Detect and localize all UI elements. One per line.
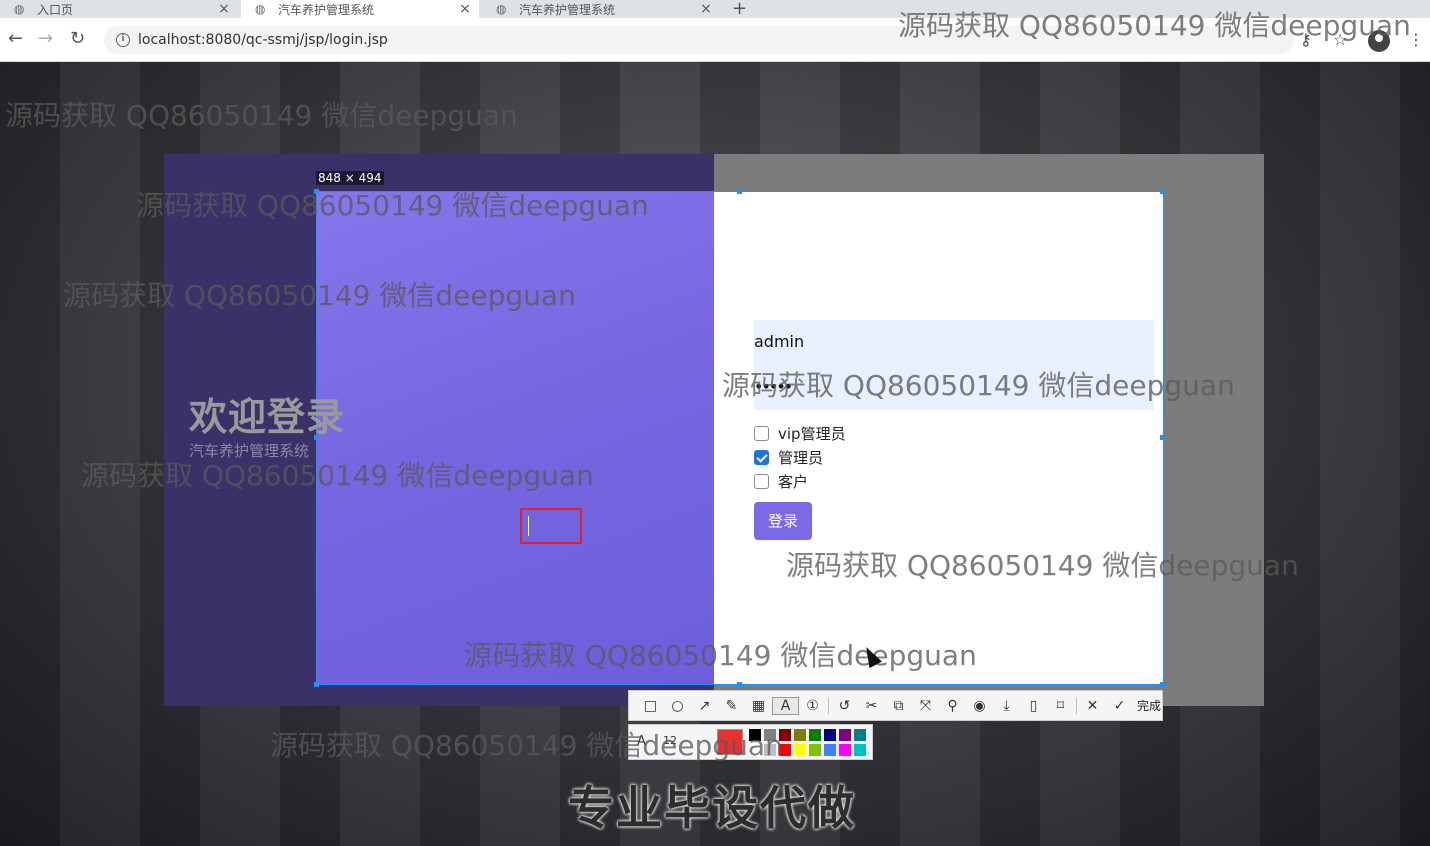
resize-handle[interactable] xyxy=(737,682,742,687)
check-icon[interactable]: ✓ xyxy=(1106,698,1133,714)
color-swatch[interactable] xyxy=(824,744,836,756)
back-icon[interactable]: ← xyxy=(8,28,23,49)
done-button[interactable]: 完成 xyxy=(1137,697,1161,714)
expand-icon[interactable]: ⤧ xyxy=(912,698,939,714)
color-swatch[interactable] xyxy=(854,744,866,756)
capture-size-label: 848 × 494 xyxy=(316,171,384,185)
welcome-title: 欢迎登录 xyxy=(189,395,346,439)
new-tab-button[interactable]: + xyxy=(732,0,747,19)
role-label: 客户 xyxy=(778,473,809,491)
globe-icon: ◍ xyxy=(14,1,25,16)
text-caret xyxy=(528,516,529,536)
bookmark-icon[interactable]: ⌑ xyxy=(1047,698,1074,714)
info-icon[interactable]: i xyxy=(116,33,130,47)
admin-checkbox[interactable] xyxy=(754,450,769,465)
number-tool-icon[interactable]: ① xyxy=(799,698,826,714)
username-input[interactable]: admin xyxy=(754,320,1154,365)
undo-icon[interactable]: ↺ xyxy=(831,698,858,714)
tab-system-2[interactable]: ◍ 汽车养护管理系统 × xyxy=(482,0,720,18)
color-swatch[interactable] xyxy=(809,744,821,756)
color-swatch[interactable] xyxy=(824,729,836,741)
watermark: 源码获取 QQ86050149 微信deepguan xyxy=(786,549,1299,582)
watermark: 源码获取 QQ86050149 微信deepguan xyxy=(5,99,518,132)
cancel-icon[interactable]: ✕ xyxy=(1079,698,1106,714)
watermark: 源码获取 QQ86050149 微信deepguan xyxy=(270,729,783,762)
role-option-admin[interactable]: 管理员 xyxy=(754,447,823,468)
tab-label: 汽车养护管理系统 xyxy=(278,2,375,17)
watermark: 源码获取 QQ86050149 微信deepguan xyxy=(81,459,594,492)
customer-checkbox[interactable] xyxy=(754,474,769,489)
role-option-vip[interactable]: vip管理员 xyxy=(754,423,846,444)
tab-label: 汽车养护管理系统 xyxy=(519,2,616,17)
download-icon[interactable]: ⤓ xyxy=(993,698,1020,714)
toolbar-divider xyxy=(828,697,829,714)
record-icon[interactable]: ◉ xyxy=(966,698,993,714)
tab-system-1[interactable]: ◍ 汽车养护管理系统 × xyxy=(241,0,479,18)
pin-icon[interactable]: ⚲ xyxy=(939,698,966,714)
close-icon[interactable]: × xyxy=(216,1,232,17)
scissors-icon[interactable]: ✂ xyxy=(858,698,885,714)
login-button[interactable]: 登录 xyxy=(754,502,812,540)
close-icon[interactable]: × xyxy=(698,1,714,17)
resize-handle[interactable] xyxy=(1160,682,1165,687)
role-label: 管理员 xyxy=(778,449,824,467)
vip-checkbox[interactable] xyxy=(754,426,769,441)
resize-handle[interactable] xyxy=(1160,435,1165,440)
color-swatch[interactable] xyxy=(854,729,866,741)
role-label: vip管理员 xyxy=(778,425,846,443)
resize-handle[interactable] xyxy=(737,189,742,194)
watermark: 源码获取 QQ86050149 微信deepguan xyxy=(722,369,1235,402)
url-text: localhost:8080/qc-ssmj/jsp/login.jsp xyxy=(138,32,388,48)
capture-toolbar: □ ○ ↗ ✎ ▦ A ① ↺ ✂ ⧉ ⤧ ⚲ ◉ ⤓ ▯ ⌑ ✕ ✓ 完成 xyxy=(628,690,1163,721)
ellipse-tool-icon[interactable]: ○ xyxy=(664,698,691,714)
close-icon[interactable]: × xyxy=(457,1,473,17)
toolbar-divider xyxy=(1076,697,1077,714)
watermark: 源码获取 QQ86050149 微信deepguan xyxy=(464,639,977,672)
device-icon[interactable]: ▯ xyxy=(1020,698,1047,714)
text-tool-icon[interactable]: A xyxy=(772,696,799,715)
selection-left-panel xyxy=(317,192,714,684)
color-swatch[interactable] xyxy=(809,729,821,741)
watermark: 源码获取 QQ86050149 微信deepguan xyxy=(63,279,576,312)
pen-tool-icon[interactable]: ✎ xyxy=(718,698,745,714)
globe-icon: ◍ xyxy=(496,1,507,16)
translate-icon[interactable]: ⧉ xyxy=(885,698,912,714)
color-swatch[interactable] xyxy=(839,744,851,756)
resize-handle[interactable] xyxy=(314,682,319,687)
reload-icon[interactable]: ↻ xyxy=(70,28,85,49)
watermark: 源码获取 QQ86050149 微信deepguan xyxy=(136,189,649,222)
watermark: 源码获取 QQ86050149 微信deepguan xyxy=(898,9,1411,42)
tab-label: 入口页 xyxy=(37,2,74,17)
annotation-text-box[interactable] xyxy=(520,508,582,544)
mosaic-tool-icon[interactable]: ▦ xyxy=(745,698,772,714)
video-caption: 专业毕设代做 xyxy=(568,781,856,835)
globe-icon: ◍ xyxy=(255,1,266,16)
color-swatch[interactable] xyxy=(794,729,806,741)
arrow-tool-icon[interactable]: ↗ xyxy=(691,698,718,714)
forward-icon[interactable]: → xyxy=(38,28,53,49)
rectangle-tool-icon[interactable]: □ xyxy=(637,698,664,714)
tab-entry[interactable]: ◍ 入口页 × xyxy=(0,0,238,18)
role-option-customer[interactable]: 客户 xyxy=(754,471,808,492)
color-swatch[interactable] xyxy=(839,729,851,741)
resize-handle[interactable] xyxy=(1160,189,1165,194)
color-swatch[interactable] xyxy=(794,744,806,756)
capture-selection[interactable] xyxy=(316,191,1164,685)
